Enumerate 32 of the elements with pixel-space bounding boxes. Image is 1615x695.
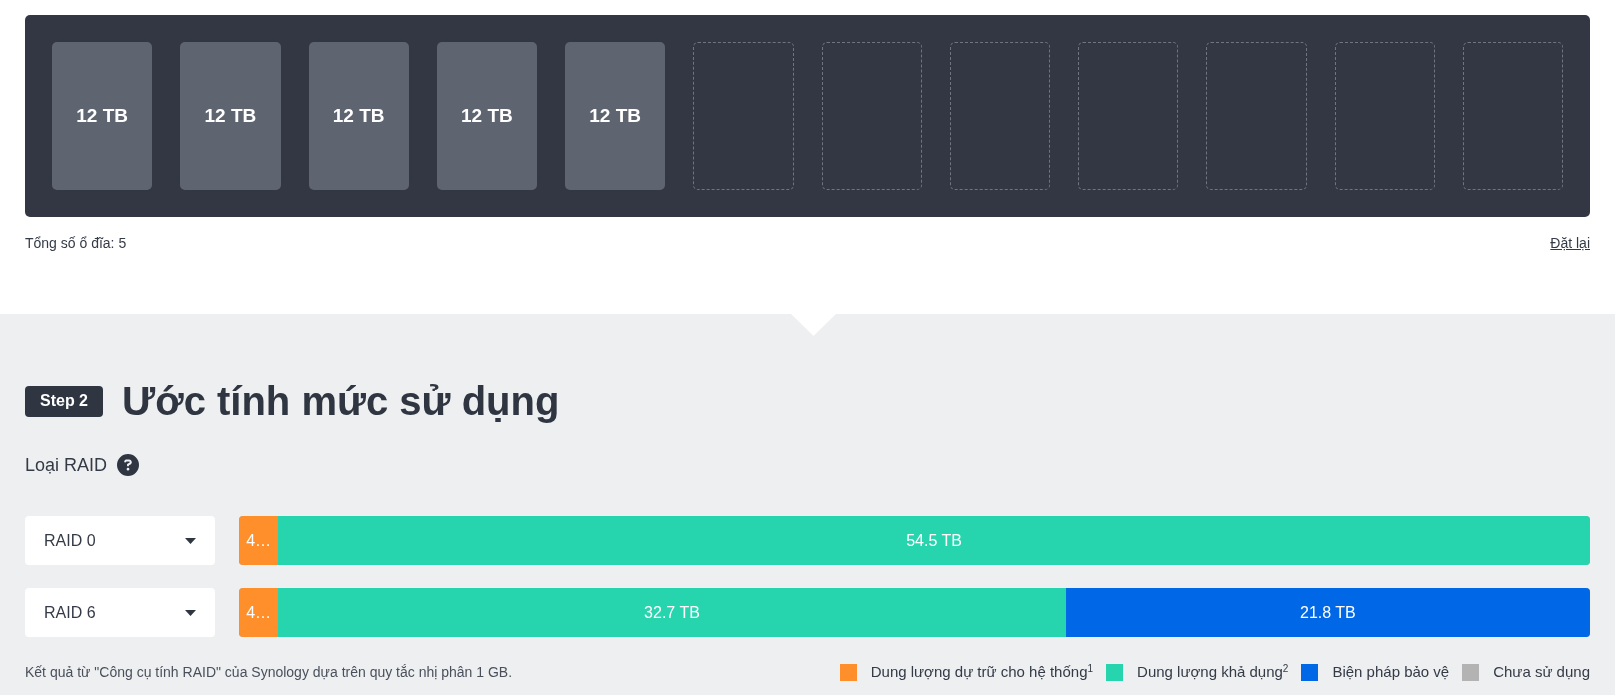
drive-bay[interactable]: 12 TB (565, 42, 666, 190)
section-heading: Ước tính mức sử dụng (122, 378, 560, 425)
capacity-bar-segment: 4… (239, 588, 279, 637)
capacity-bar-segment: 32.7 TB (278, 588, 1066, 637)
empty-drive-slot[interactable] (821, 42, 922, 190)
legend-label: Dung lượng dự trữ cho hệ thống$^{1}$ (870, 662, 1094, 682)
caret-down-icon (185, 537, 196, 544)
empty-drive-slot[interactable] (1078, 42, 1179, 190)
raid-type-label: Loại RAID (25, 454, 108, 477)
raid-level-select[interactable]: RAID 0 (25, 516, 215, 565)
footnote-text: Kết quả từ "Công cụ tính RAID" của Synology dựa trên quy tắc nhị phân 1 GB. (25, 663, 513, 682)
step-badge: Step 2 (25, 385, 103, 417)
caret-down-icon (185, 609, 196, 616)
legend-label: Biện pháp bảo vệ (1332, 662, 1450, 682)
drive-bay[interactable]: 12 TB (52, 42, 153, 190)
empty-drive-slot[interactable] (1334, 42, 1435, 190)
help-icon[interactable] (117, 454, 140, 476)
empty-drive-slot[interactable] (1462, 42, 1563, 190)
empty-drive-slot[interactable] (949, 42, 1050, 190)
legend-label: Chưa sử dụng (1493, 662, 1590, 682)
raid-level-select[interactable]: RAID 6 (25, 588, 215, 637)
empty-drive-slot[interactable] (1206, 42, 1307, 190)
drive-count-text: Tổng số ổ đĩa: 5 (25, 234, 127, 253)
legend-label: Dung lượng khả dụng$^{2}$ (1137, 662, 1289, 682)
capacity-bar-segment: 21.8 TB (1065, 588, 1590, 637)
reset-link[interactable]: Đặt lại (1550, 233, 1590, 253)
drive-bay[interactable]: 12 TB (308, 42, 409, 190)
empty-drive-slot[interactable] (693, 42, 794, 190)
capacity-bar-segment: 54.5 TB (278, 516, 1590, 565)
capacity-bar-segment: 4… (239, 516, 279, 565)
drive-bay[interactable]: 12 TB (436, 42, 537, 190)
drive-bay[interactable]: 12 TB (180, 42, 281, 190)
